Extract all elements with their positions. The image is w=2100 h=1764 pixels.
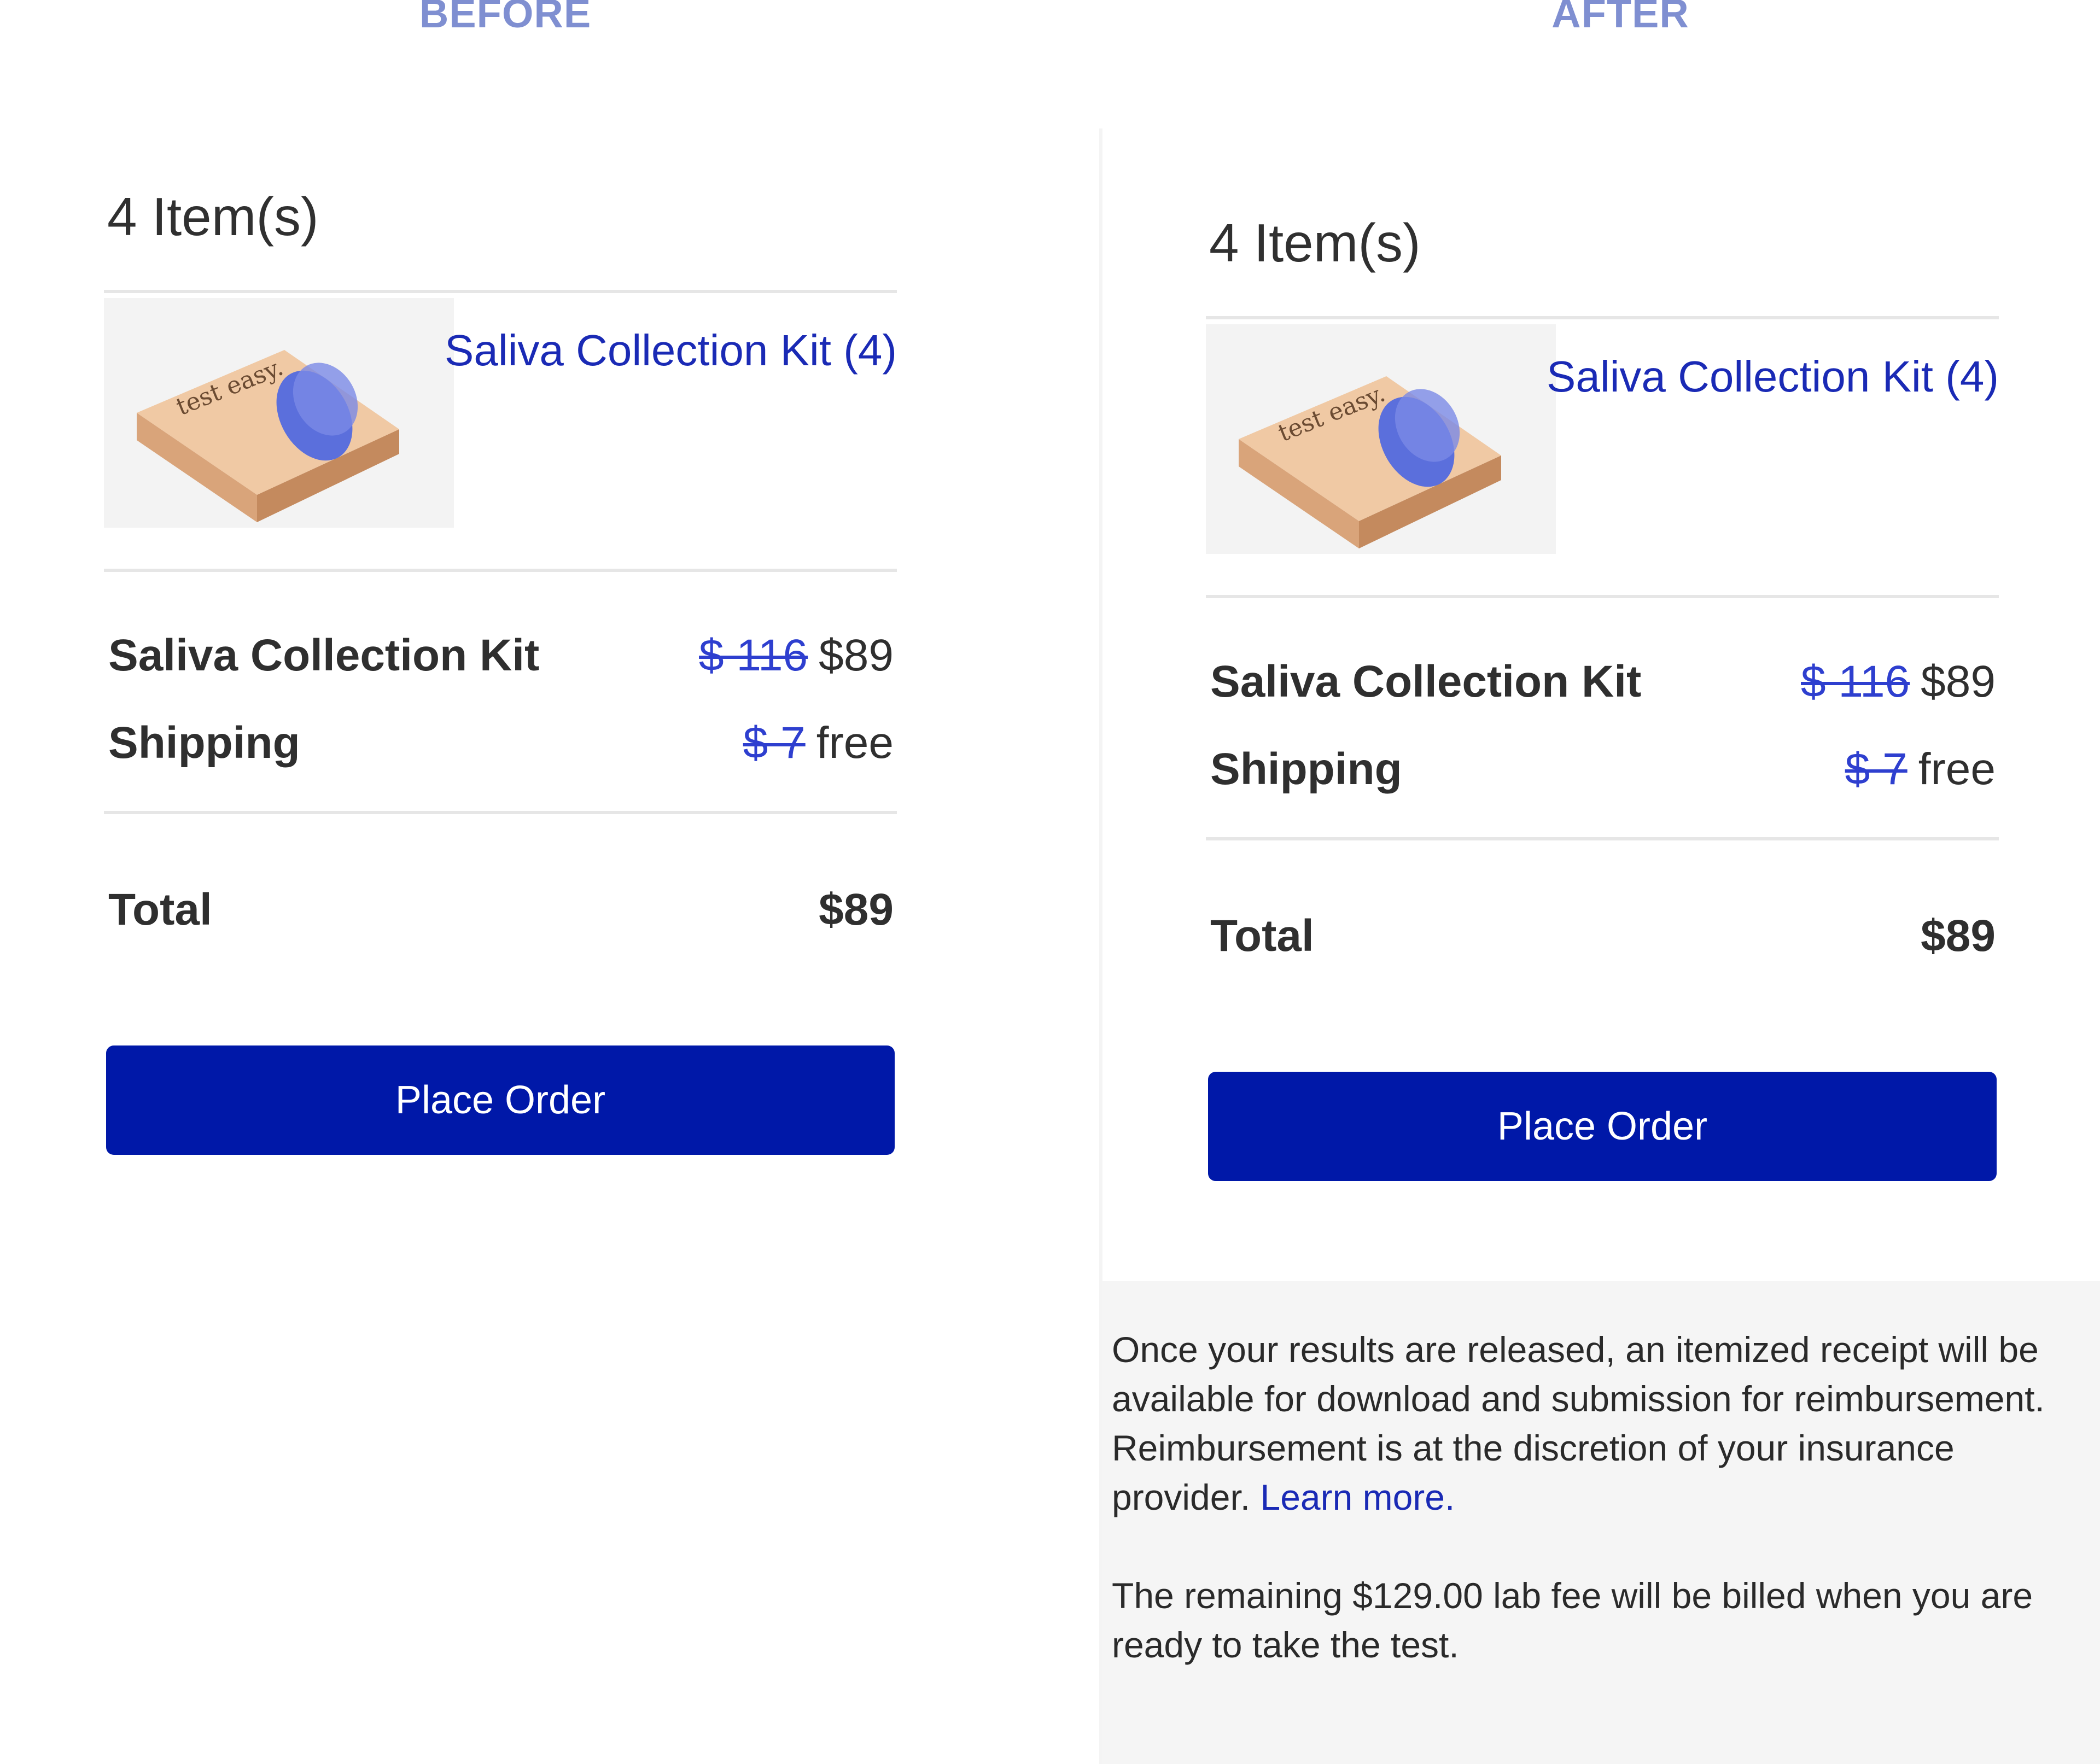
divider [104, 569, 897, 572]
product-box-icon: test easy. [104, 298, 454, 528]
product-link[interactable]: Saliva Collection Kit (4) [445, 325, 897, 376]
divider [104, 811, 897, 814]
product-link[interactable]: Saliva Collection Kit (4) [1547, 352, 1999, 402]
learn-more-link[interactable]: Learn more. [1260, 1477, 1455, 1517]
divider [104, 290, 897, 293]
place-order-button[interactable]: Place Order [106, 1045, 895, 1155]
original-price: $ 116 [699, 630, 808, 680]
current-price: free [1918, 744, 1996, 794]
receipt-info-text: Once your results are released, an itemi… [1112, 1329, 2045, 1517]
original-price: $ 7 [1845, 744, 1908, 794]
divider [1206, 316, 1999, 319]
line-item-name: Saliva Collection Kit [108, 630, 540, 680]
line-item-price: $ 116 $89 [1801, 656, 1996, 708]
original-price: $ 116 [1801, 657, 1910, 706]
lab-fee-paragraph: The remaining $129.00 lab fee will be bi… [1112, 1575, 2033, 1665]
total-value: $89 [819, 885, 894, 934]
current-price: $89 [819, 630, 894, 680]
divider [1206, 595, 1999, 598]
line-item-price: $ 7 free [743, 717, 894, 769]
place-order-button[interactable]: Place Order [1208, 1072, 1997, 1181]
receipt-info-paragraph: Once your results are released, an itemi… [1112, 1325, 2085, 1522]
total-label: Total [1210, 911, 1314, 961]
line-item-name: Saliva Collection Kit [1210, 657, 1642, 706]
divider [1206, 837, 1999, 840]
total-value: $89 [1921, 911, 1996, 961]
items-count-title: 4 Item(s) [107, 186, 319, 247]
current-price: $89 [1921, 657, 1996, 706]
after-panel: 4 Item(s) test easy. Saliva Collection K… [1102, 0, 2100, 1764]
total-label: Total [108, 885, 212, 934]
line-item-row: Shipping $ 7 free [108, 717, 894, 778]
total-row: Total $89 [1210, 910, 1996, 971]
before-panel: 4 Item(s) test easy. Saliva Collection K… [0, 0, 1099, 1764]
current-price: free [816, 718, 894, 768]
line-item-row: Saliva Collection Kit $ 116 $89 [1210, 656, 1996, 716]
original-price: $ 7 [743, 718, 806, 768]
product-image: test easy. [104, 298, 454, 528]
total-row: Total $89 [108, 884, 894, 944]
line-item-name: Shipping [108, 718, 300, 768]
line-item-price: $ 7 free [1845, 744, 1996, 795]
line-item-row: Saliva Collection Kit $ 116 $89 [108, 630, 894, 690]
line-item-price: $ 116 $89 [699, 630, 894, 681]
line-item-row: Shipping $ 7 free [1210, 744, 1996, 804]
line-item-name: Shipping [1210, 744, 1402, 794]
items-count-title: 4 Item(s) [1209, 213, 1421, 273]
reimbursement-info-box: Once your results are released, an itemi… [1102, 1281, 2100, 1764]
product-image: test easy. [1206, 324, 1556, 554]
product-box-icon: test easy. [1206, 324, 1556, 554]
